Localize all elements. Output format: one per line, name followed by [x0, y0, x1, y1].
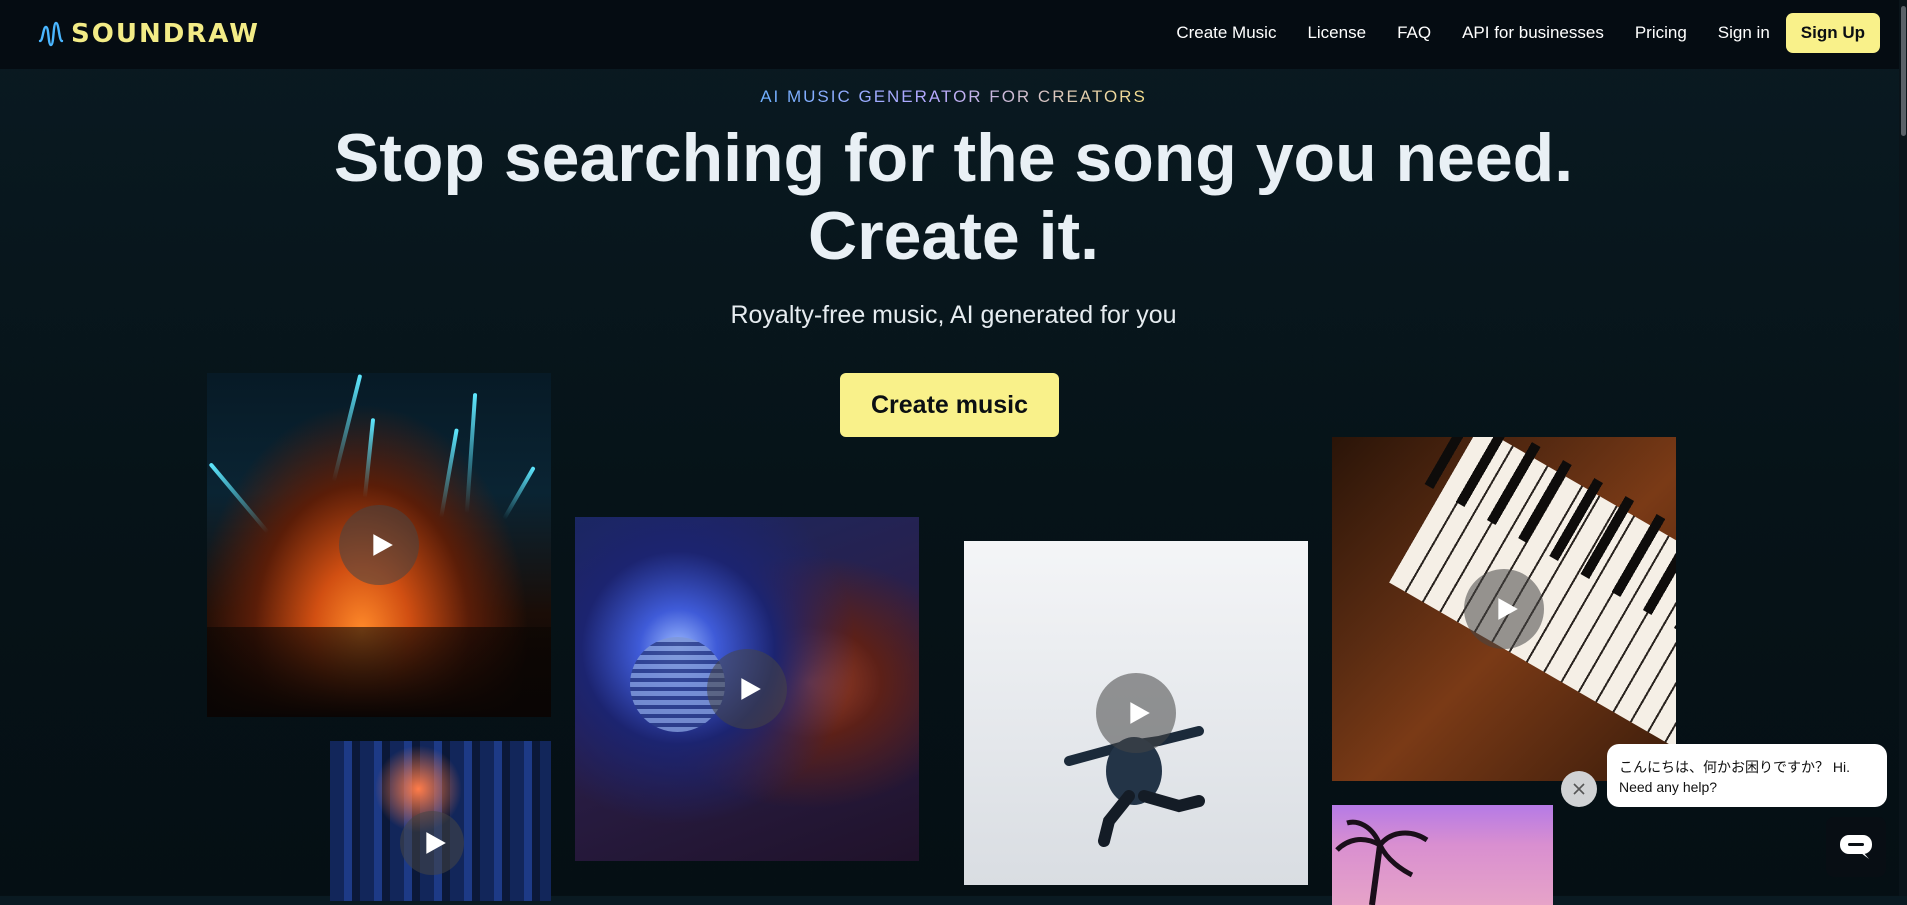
nav-link-license[interactable]: License	[1307, 23, 1366, 43]
light-beam	[464, 393, 478, 513]
play-icon	[1130, 702, 1150, 724]
hero-eyebrow-text: AI MUSIC GENERATOR FOR CREATORS	[760, 87, 1147, 106]
play-icon	[1498, 598, 1518, 620]
play-button[interactable]	[1096, 673, 1176, 753]
hero-headline: Stop searching for the song you need. Cr…	[0, 119, 1907, 275]
create-music-button[interactable]: Create music	[840, 373, 1059, 437]
chat-launcher-button[interactable]	[1826, 817, 1886, 877]
light-beam	[502, 466, 536, 520]
play-button[interactable]	[1464, 569, 1544, 649]
play-button[interactable]	[339, 505, 419, 585]
tile-dancer[interactable]	[964, 541, 1308, 885]
play-icon	[426, 832, 446, 854]
nav-link-sign-in[interactable]: Sign in	[1718, 23, 1770, 43]
light-beam	[362, 418, 376, 498]
light-beam	[208, 462, 270, 534]
tile-city-night[interactable]	[330, 741, 551, 901]
chat-greeting-bubble[interactable]: こんにちは、何かお困りですか？ Hi. Need any help?	[1607, 744, 1887, 807]
tile-concert[interactable]	[207, 373, 551, 717]
hero-subhead: Royalty-free music, AI generated for you	[730, 301, 1177, 329]
headline-line-2: Create it.	[808, 198, 1099, 274]
crowd-silhouette	[207, 627, 551, 717]
tile-palm-sunset[interactable]	[1332, 805, 1553, 905]
palm-tree-silhouette	[1335, 819, 1429, 905]
play-button[interactable]	[400, 811, 464, 875]
light-beam	[439, 428, 459, 518]
sign-up-button[interactable]: Sign Up	[1785, 13, 1880, 53]
chat-close-button[interactable]	[1561, 771, 1597, 807]
nav-link-api[interactable]: API for businesses	[1462, 23, 1604, 43]
brand-name: SOUNDRAW	[71, 19, 260, 49]
headline-line-1: Stop searching for the song you need.	[333, 120, 1574, 196]
chat-greeting-text: こんにちは、何かお困りですか？ Hi. Need any help?	[1619, 759, 1850, 795]
play-icon	[373, 534, 393, 556]
scrollbar-thumb[interactable]	[1901, 6, 1906, 136]
waveform-logo-icon	[38, 21, 64, 47]
hero-eyebrow: AI MUSIC GENERATOR FOR CREATORS	[0, 87, 1907, 107]
light-beam	[331, 374, 363, 482]
nav-links: Create Music License FAQ API for busines…	[1145, 13, 1880, 53]
play-button[interactable]	[707, 649, 787, 729]
top-nav: SOUNDRAW Create Music License FAQ API fo…	[0, 0, 1907, 69]
chat-icon	[1840, 835, 1872, 859]
tile-disco-ball[interactable]	[575, 517, 919, 861]
tile-piano[interactable]	[1332, 437, 1676, 781]
nav-link-create-music[interactable]: Create Music	[1176, 23, 1276, 43]
play-icon	[741, 678, 761, 700]
nav-link-faq[interactable]: FAQ	[1397, 23, 1431, 43]
nav-link-pricing[interactable]: Pricing	[1635, 23, 1687, 43]
soundraw-logo[interactable]: SOUNDRAW	[38, 18, 260, 50]
close-icon	[1573, 783, 1585, 795]
